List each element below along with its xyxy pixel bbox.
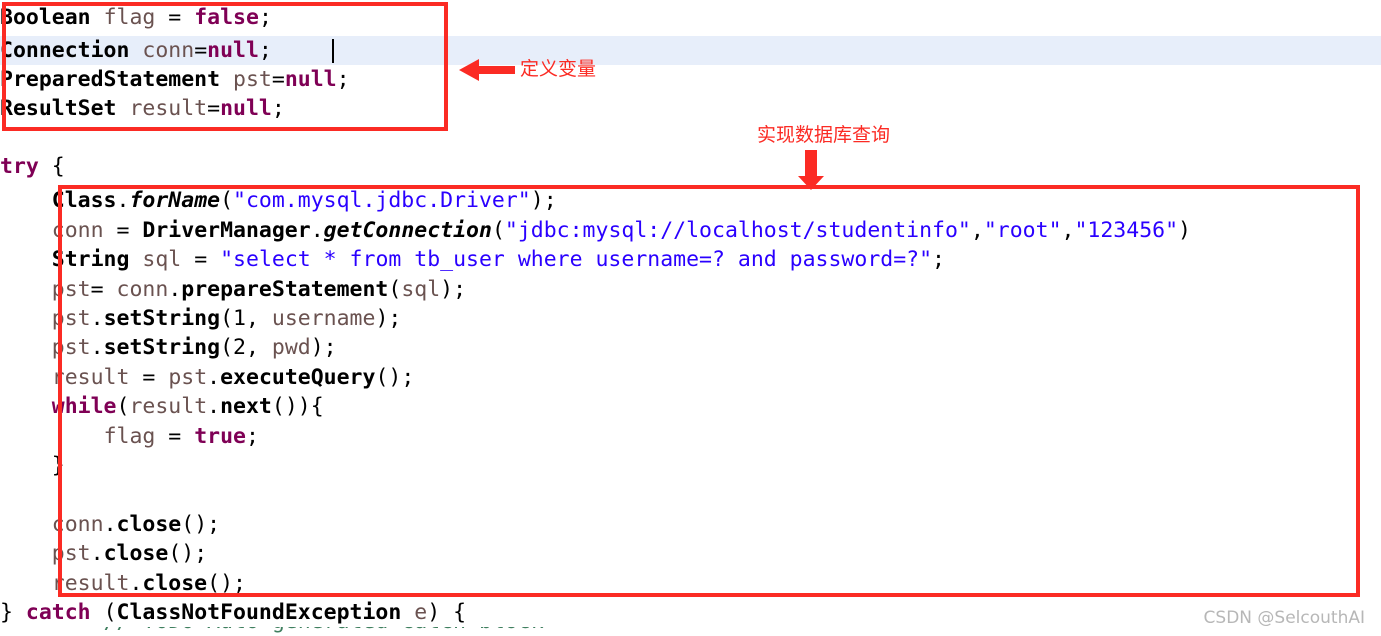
- code-line[interactable]: PreparedStatement pst=null;: [0, 65, 1381, 94]
- code-line[interactable]: ResultSet result=null;: [0, 94, 1381, 123]
- code-line[interactable]: flag = true;: [0, 422, 1381, 451]
- code-line[interactable]: pst.close();: [0, 539, 1381, 568]
- code-line[interactable]: String sql = "select * from tb_user wher…: [0, 245, 1381, 274]
- code-line[interactable]: result.close();: [0, 569, 1381, 598]
- code-line[interactable]: try {: [0, 152, 1381, 181]
- text-caret: [332, 39, 334, 63]
- clipped-bottom-line: // TODO Auto-generated catch block: [0, 627, 1381, 636]
- annotation-label-database-query: 实现数据库查询: [757, 124, 891, 146]
- code-line[interactable]: while(result.next()){: [0, 392, 1381, 421]
- code-line[interactable]: }: [0, 451, 1381, 480]
- arrow-left-icon: [459, 59, 515, 81]
- code-line[interactable]: Class.forName("com.mysql.jdbc.Driver");: [0, 186, 1381, 215]
- watermark: CSDN @SelcouthAI: [1203, 608, 1365, 628]
- code-line[interactable]: conn.close();: [0, 510, 1381, 539]
- code-line[interactable]: Boolean flag = false;: [0, 3, 1381, 32]
- code-line[interactable]: result = pst.executeQuery();: [0, 363, 1381, 392]
- annotation-label-define-variables: 定义变量: [520, 58, 597, 80]
- code-line[interactable]: } catch (ClassNotFoundException e) {: [0, 598, 1381, 627]
- arrow-down-icon: [798, 150, 824, 190]
- code-line[interactable]: pst.setString(2, pwd);: [0, 333, 1381, 362]
- code-editor-surface[interactable]: Boolean flag = false; Connection conn=nu…: [0, 0, 1381, 636]
- code-line[interactable]: pst= conn.prepareStatement(sql);: [0, 275, 1381, 304]
- code-line[interactable]: Connection conn=null;: [0, 36, 1381, 65]
- code-line[interactable]: conn = DriverManager.getConnection("jdbc…: [0, 216, 1381, 245]
- code-line-partial: // TODO Auto-generated catch block: [0, 627, 1381, 636]
- code-line[interactable]: pst.setString(1, username);: [0, 304, 1381, 333]
